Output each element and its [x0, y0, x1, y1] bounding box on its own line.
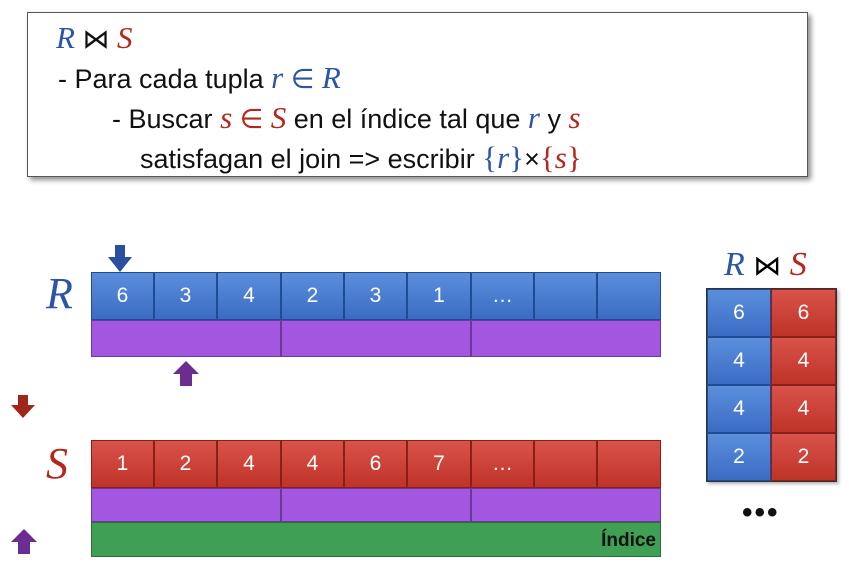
relation-r-label: R	[46, 269, 73, 318]
result-r-cell: 4	[707, 385, 771, 433]
result-r-cell: 2	[707, 433, 771, 481]
index-label: Índice	[601, 530, 656, 551]
join-title: R ⋈ S	[56, 20, 133, 56]
more-results-ellipsis: •••	[742, 496, 780, 529]
result-r-cell: 4	[707, 337, 771, 385]
result-table: 6 6 4 4 4 4 2 2	[706, 288, 837, 482]
s-cell: 1	[91, 440, 154, 488]
r-pointer-arrow-icon	[108, 245, 132, 272]
r-cell: 3	[344, 272, 407, 320]
s-read-arrow-icon	[11, 395, 35, 418]
r-cell: 1	[407, 272, 471, 320]
result-s-cell: 6	[771, 289, 836, 337]
r-cell: …	[471, 272, 534, 320]
relation-s-pages	[91, 488, 661, 522]
result-title: R ⋈ S	[724, 246, 807, 283]
index-pointer-arrow-icon	[11, 529, 37, 554]
s-cell: 4	[281, 440, 344, 488]
algorithm-line-2: - Buscar s ∈ S en el índice tal que r y …	[112, 100, 581, 136]
result-s-cell: 4	[771, 337, 836, 385]
s-page-block	[471, 488, 661, 522]
s-page-block	[281, 488, 471, 522]
result-r-cell: 6	[707, 289, 771, 337]
r-page-block	[471, 320, 661, 357]
result-s-cell: 2	[771, 433, 836, 481]
s-cell: 6	[344, 440, 407, 488]
r-cell: 6	[91, 272, 154, 320]
s-cell: 4	[217, 440, 281, 488]
r-page-block	[91, 320, 281, 357]
relation-r-row: 6 3 4 2 3 1 …	[91, 272, 661, 320]
r-page-pointer-arrow-icon	[173, 361, 199, 386]
algorithm-box: R ⋈ S - Para cada tupla r ∈ R - Buscar s…	[27, 12, 808, 177]
algorithm-line-3: satisfagan el join => escribir {r}×{s}	[140, 140, 582, 175]
index-bar: Índice	[91, 522, 661, 557]
s-cell	[597, 440, 661, 488]
result-s-cell: 4	[771, 385, 836, 433]
s-cell: …	[471, 440, 534, 488]
r-cell	[534, 272, 597, 320]
r-cell: 4	[217, 272, 281, 320]
relation-s-row: 1 2 4 4 6 7 …	[91, 440, 661, 488]
s-cell	[534, 440, 597, 488]
r-cell: 2	[281, 272, 344, 320]
s-page-block	[91, 488, 281, 522]
r-cell	[597, 272, 661, 320]
relation-s-label: S	[46, 439, 68, 488]
relation-r-pages	[91, 320, 661, 357]
s-cell: 7	[407, 440, 471, 488]
s-cell: 2	[154, 440, 217, 488]
algorithm-line-1: - Para cada tupla r ∈ R	[58, 60, 341, 96]
r-page-block	[281, 320, 471, 357]
r-cell: 3	[154, 272, 217, 320]
